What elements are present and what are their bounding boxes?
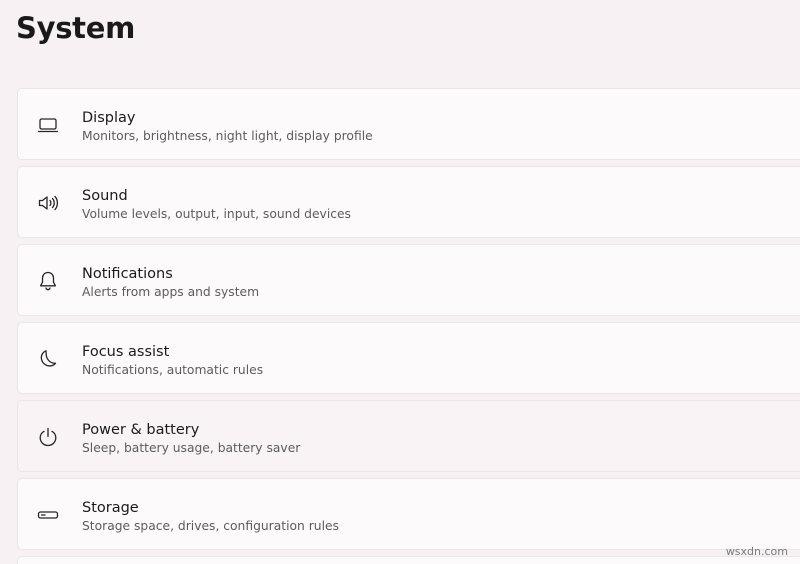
settings-item-partial[interactable] bbox=[17, 556, 800, 564]
settings-item-subtitle: Notifications, automatic rules bbox=[82, 363, 264, 377]
settings-item-subtitle: Storage space, drives, configuration rul… bbox=[82, 519, 339, 533]
settings-item-focus-assist[interactable]: Focus assist Notifications, automatic ru… bbox=[17, 322, 800, 394]
settings-item-title: Notifications bbox=[82, 266, 173, 282]
settings-item-title: Sound bbox=[82, 188, 128, 204]
power-icon bbox=[36, 425, 60, 449]
watermark-text: wsxdn.com bbox=[725, 545, 788, 558]
bell-icon bbox=[36, 269, 60, 293]
settings-item-subtitle: Sleep, battery usage, battery saver bbox=[82, 441, 301, 455]
settings-item-sound[interactable]: Sound Volume levels, output, input, soun… bbox=[17, 166, 800, 238]
settings-item-display[interactable]: Display Monitors, brightness, night ligh… bbox=[17, 88, 800, 160]
display-icon bbox=[36, 113, 60, 137]
settings-item-title: Focus assist bbox=[82, 344, 170, 360]
settings-item-power-battery[interactable]: Power & battery Sleep, battery usage, ba… bbox=[17, 400, 800, 472]
moon-icon bbox=[36, 347, 60, 371]
settings-item-storage[interactable]: Storage Storage space, drives, configura… bbox=[17, 478, 800, 550]
settings-item-subtitle: Volume levels, output, input, sound devi… bbox=[82, 207, 351, 221]
settings-item-subtitle: Alerts from apps and system bbox=[82, 285, 260, 299]
settings-item-title: Display bbox=[82, 110, 136, 126]
settings-item-subtitle: Monitors, brightness, night light, displ… bbox=[82, 129, 373, 143]
settings-item-notifications[interactable]: Notifications Alerts from apps and syste… bbox=[17, 244, 800, 316]
settings-item-title: Power & battery bbox=[82, 422, 200, 438]
storage-icon bbox=[36, 503, 60, 527]
settings-item-title: Storage bbox=[82, 500, 139, 516]
speaker-icon bbox=[36, 191, 60, 215]
settings-list: Display Monitors, brightness, night ligh… bbox=[17, 88, 800, 564]
page-title: System bbox=[16, 11, 136, 45]
